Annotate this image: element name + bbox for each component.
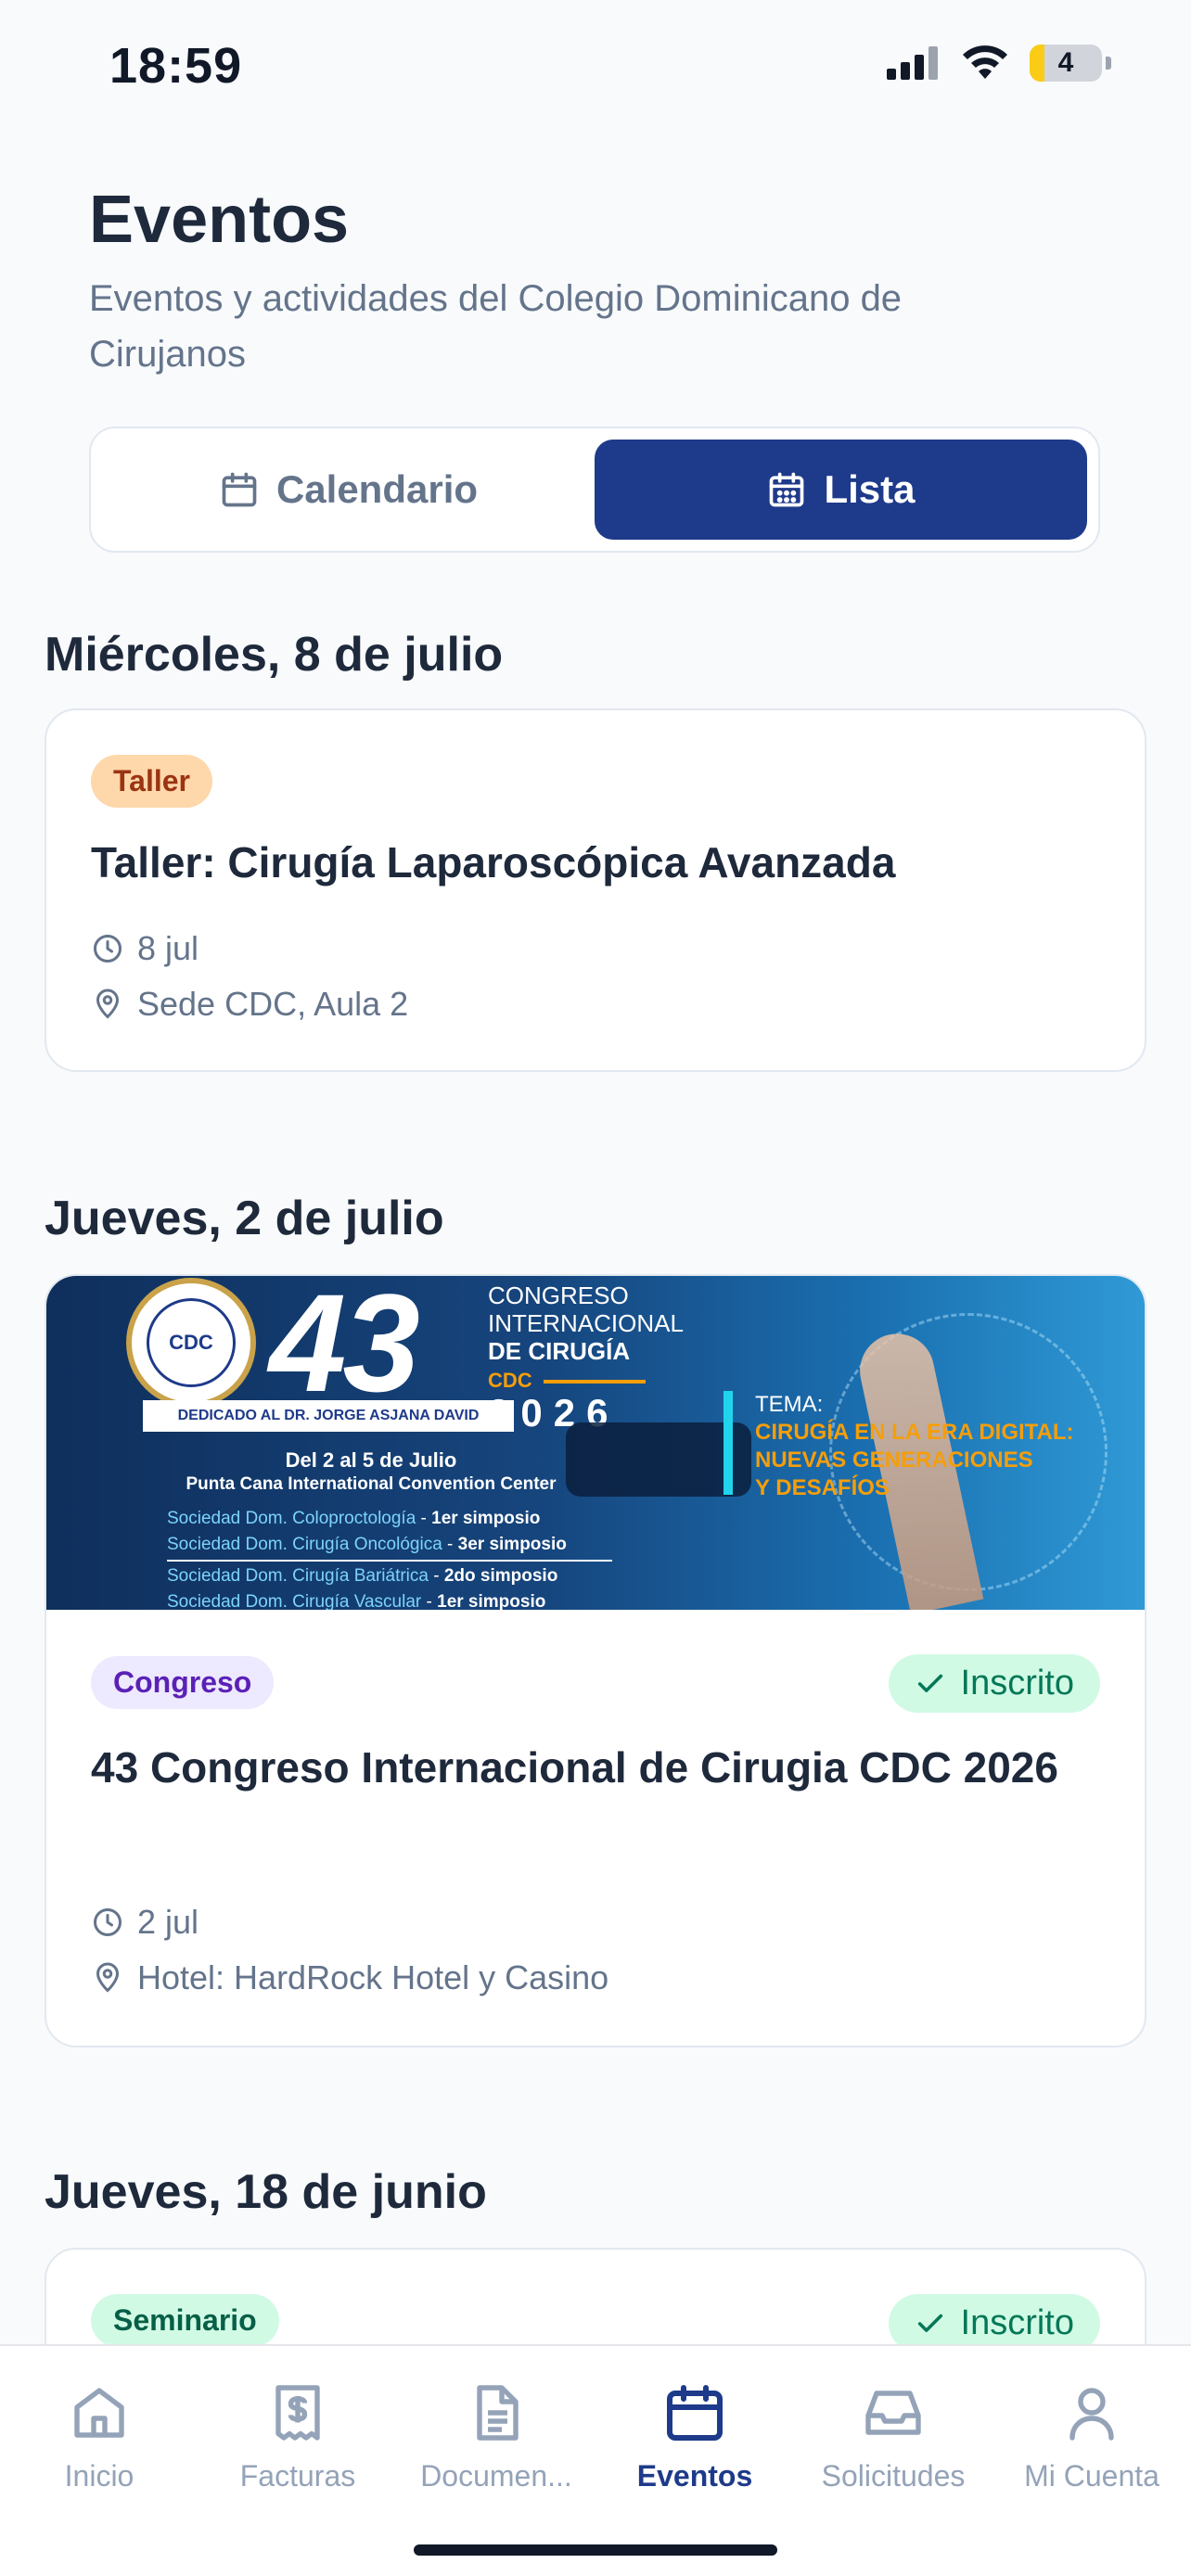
location-pin-icon xyxy=(96,1962,120,1993)
page-title: Eventos xyxy=(89,183,350,257)
signal-icon xyxy=(887,46,938,80)
registered-label: Inscrito xyxy=(960,2303,1074,2342)
banner-societies: Sociedad Dom. Coloproctología - 1er simp… xyxy=(167,1506,686,1610)
banner-accent-bar xyxy=(724,1391,733,1495)
event-date: 2 jul xyxy=(137,1903,199,1941)
calendar-icon xyxy=(222,472,257,507)
event-location: Sede CDC, Aula 2 xyxy=(137,985,409,1023)
clock-icon xyxy=(94,1908,122,1936)
event-location-row: Hotel: HardRock Hotel y Casino xyxy=(91,1958,608,1997)
check-icon xyxy=(917,1674,942,1692)
category-badge: Taller xyxy=(91,755,212,808)
category-badge: Congreso xyxy=(91,1656,275,1709)
registered-label: Inscrito xyxy=(960,1664,1074,1702)
event-title: 43 Congreso Internacional de Cirugia CDC… xyxy=(91,1743,1058,1792)
bottom-tab-bar: Inicio Facturas Documen... Eventos Solic… xyxy=(0,2344,1191,2576)
list-view-label: Lista xyxy=(824,467,916,511)
tab-facturas[interactable]: Facturas xyxy=(198,2346,397,2576)
calendar-view-button[interactable]: Calendario xyxy=(102,440,595,540)
user-icon xyxy=(1069,2388,1114,2441)
date-heading: Miércoles, 8 de julio xyxy=(45,628,504,682)
clock-icon xyxy=(94,935,122,963)
battery-tip xyxy=(1106,57,1111,70)
tab-label: Documen... xyxy=(420,2459,572,2493)
banner-dedication: DEDICADO AL DR. JORGE ASJANA DAVID xyxy=(143,1400,514,1432)
banner-heading: CONGRESO INTERNACIONAL DE CIRUGÍA xyxy=(488,1282,684,1365)
tab-solicitudes[interactable]: Solicitudes xyxy=(794,2346,992,2576)
status-icons: 4 xyxy=(887,45,1111,82)
date-heading: Jueves, 2 de julio xyxy=(45,1192,444,1245)
list-view-button[interactable]: Lista xyxy=(595,440,1087,540)
event-location-row: Sede CDC, Aula 2 xyxy=(91,985,408,1024)
event-card[interactable]: Taller Taller: Cirugía Laparoscópica Ava… xyxy=(45,708,1146,1072)
battery-icon: 4 xyxy=(1030,45,1102,82)
location-pin-icon xyxy=(96,988,120,1019)
document-icon xyxy=(477,2385,519,2441)
tab-mi-cuenta[interactable]: Mi Cuenta xyxy=(992,2346,1191,2576)
page-subtitle: Eventos y actividades del Colegio Domini… xyxy=(89,278,903,375)
tab-label: Solicitudes xyxy=(821,2459,966,2493)
home-indicator xyxy=(414,2544,777,2556)
event-date: 8 jul xyxy=(137,929,199,967)
category-badge: Seminario xyxy=(91,2294,279,2347)
banner-theme: TEMA: CIRUGÍA EN LA ERA DIGITAL: NUEVAS … xyxy=(755,1392,1074,1500)
tab-eventos[interactable]: Eventos xyxy=(596,2346,794,2576)
check-icon xyxy=(917,2314,942,2332)
banner-dates: Del 2 al 5 de Julio Punta Cana Internati… xyxy=(186,1448,557,1494)
view-toggle: Calendario Lista xyxy=(89,427,1100,553)
event-banner-image: CDC 43 CONGRESO INTERNACIONAL DE CIRUGÍA… xyxy=(46,1276,1145,1610)
banner-cdc-line xyxy=(544,1380,646,1384)
status-bar: 18:59 4 xyxy=(0,0,1191,130)
inbox-icon xyxy=(865,2391,921,2435)
wifi-icon xyxy=(963,45,1007,79)
banner-cdc: CDC xyxy=(488,1369,532,1392)
date-heading: Jueves, 18 de junio xyxy=(45,2165,487,2219)
calendar-grid-icon xyxy=(770,472,804,507)
tab-inicio[interactable]: Inicio xyxy=(0,2346,198,2576)
home-icon xyxy=(74,2388,124,2438)
receipt-icon xyxy=(275,2385,320,2441)
event-card[interactable]: CDC 43 CONGRESO INTERNACIONAL DE CIRUGÍA… xyxy=(45,1274,1146,2047)
status-time: 18:59 xyxy=(109,38,243,94)
event-date-row: 8 jul xyxy=(91,929,198,968)
event-title: Taller: Cirugía Laparoscópica Avanzada xyxy=(91,838,896,886)
calendar-icon xyxy=(667,2385,723,2441)
event-location: Hotel: HardRock Hotel y Casino xyxy=(137,1958,609,1996)
cdc-seal-logo: CDC xyxy=(126,1278,256,1408)
tab-label: Eventos xyxy=(636,2459,753,2493)
registered-badge: Inscrito xyxy=(888,1654,1100,1713)
tab-label: Facturas xyxy=(239,2459,356,2493)
tab-documentos[interactable]: Documen... xyxy=(397,2346,596,2576)
battery-level: 4 xyxy=(1057,47,1074,78)
tab-label: Mi Cuenta xyxy=(1024,2459,1159,2493)
event-date-row: 2 jul xyxy=(91,1903,198,1942)
calendar-view-label: Calendario xyxy=(275,467,479,511)
tab-label: Inicio xyxy=(64,2459,134,2493)
